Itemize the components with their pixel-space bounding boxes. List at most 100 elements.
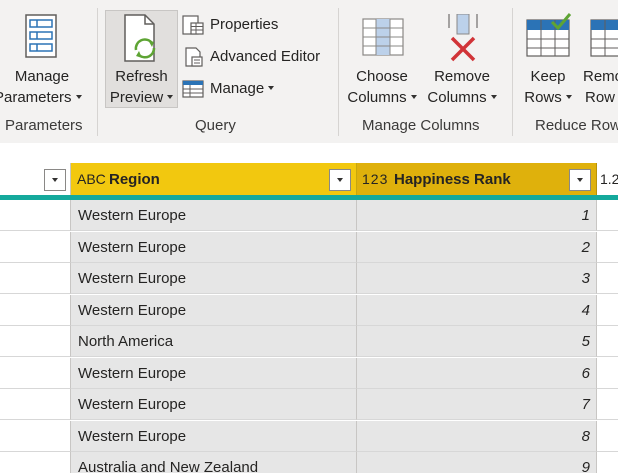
chevron-down-icon [52,178,58,182]
table-row[interactable]: Western Europe 4 [0,294,618,326]
cell-happiness-rank[interactable]: 6 [357,357,597,389]
keep-rows-icon [526,13,572,57]
chevron-down-icon [167,95,174,100]
column-filter-button[interactable] [44,169,66,191]
group-label-reduce-rows: Reduce Row [535,117,618,134]
remove-columns-label-1: Remove [434,68,490,85]
manage-parameters-label-2: Parameters [0,87,82,108]
column-header-previous[interactable] [0,163,71,198]
remove-rows-icon [590,19,618,57]
cell-previous[interactable] [0,452,71,473]
manage-parameters-label-1: Manage [14,68,70,85]
cell-previous[interactable] [0,389,71,420]
cell-region[interactable]: Western Europe [71,294,357,326]
cell-happiness-rank[interactable]: 4 [357,294,597,326]
cell-happiness-rank[interactable]: 2 [357,231,597,263]
text-type-icon: ABC [77,171,106,187]
remove-columns-label-2-text: Columns [427,89,487,106]
cell-region[interactable]: Australia and New Zealand [71,452,357,473]
group-label-parameters: Parameters [5,117,83,134]
cell-region[interactable]: Western Europe [71,200,357,231]
remove-columns-button[interactable]: Remove Columns [424,8,500,108]
group-separator [97,8,98,136]
cell-previous[interactable] [0,420,71,452]
group-separator [512,8,513,136]
keep-rows-label-2: Rows [518,87,578,108]
group-label-query: Query [195,117,236,134]
chevron-down-icon [268,86,275,91]
column-header-region[interactable]: ABC Region [71,163,357,198]
table-row[interactable]: North America 5 [0,326,618,357]
cell-happiness-rank[interactable]: 1 [357,200,597,231]
decimal-type-icon: 1.2 [600,171,618,187]
remove-rows-button[interactable]: Remo Row [582,8,618,108]
chevron-down-icon [565,95,572,100]
chevron-down-icon [337,178,343,182]
cell-happiness-rank[interactable]: 3 [357,263,597,294]
refresh-preview-label-2-text: Preview [109,89,164,106]
column-name-happiness-rank: Happiness Rank [394,171,511,188]
ribbon: Manage Parameters Parameters Refresh Pre… [0,0,618,143]
column-filter-button[interactable] [569,169,591,191]
column-name-region: Region [109,171,160,188]
cell-next[interactable] [597,231,618,263]
cell-next[interactable] [597,326,618,357]
manage-label-text: Manage [210,80,265,97]
properties-label: Properties [210,16,279,33]
table-row[interactable]: Western Europe 3 [0,263,618,294]
cell-region[interactable]: Western Europe [71,263,357,294]
cell-next[interactable] [597,294,618,326]
remove-rows-label-1: Remo [583,68,618,85]
cell-previous[interactable] [0,263,71,294]
cell-next[interactable] [597,452,618,473]
choose-columns-button[interactable]: Choose Columns [344,8,420,108]
table-row[interactable]: Western Europe 6 [0,357,618,389]
refresh-preview-button[interactable]: Refresh Preview [105,10,178,108]
cell-previous[interactable] [0,231,71,263]
manage-icon [182,80,204,98]
table-row[interactable]: Western Europe 7 [0,389,618,420]
table-row[interactable]: Western Europe 2 [0,231,618,263]
choose-columns-label-2-text: Columns [347,89,407,106]
cell-next[interactable] [597,357,618,389]
remove-columns-label-2: Columns [424,87,500,108]
table-row[interactable]: Australia and New Zealand 9 [0,452,618,473]
manage-parameters-button[interactable]: Manage Parameters [0,8,84,108]
cell-next[interactable] [597,389,618,420]
column-header-next[interactable]: 1.2 [597,163,618,198]
chevron-down-icon [490,95,497,100]
cell-happiness-rank[interactable]: 7 [357,389,597,420]
refresh-preview-label-2: Preview [106,87,177,108]
advanced-editor-label: Advanced Editor [210,48,321,65]
cell-next[interactable] [597,263,618,294]
column-header-happiness-rank[interactable]: 123 Happiness Rank [357,163,597,198]
cell-next[interactable] [597,200,618,231]
table-row[interactable]: Western Europe 1 [0,200,618,231]
cell-region[interactable]: North America [71,326,357,357]
table-row[interactable]: Western Europe 8 [0,420,618,452]
cell-region[interactable]: Western Europe [71,420,357,452]
keep-rows-label-2-text: Rows [524,89,562,106]
advanced-editor-icon [185,47,203,67]
remove-rows-label-2: Row [585,89,616,106]
manage-parameters-icon [25,14,57,58]
cell-region[interactable]: Western Europe [71,357,357,389]
cell-region[interactable]: Western Europe [71,389,357,420]
cell-previous[interactable] [0,357,71,389]
data-grid: ABC Region 123 Happiness Rank 1.2 Wester… [0,143,618,473]
cell-happiness-rank[interactable]: 5 [357,326,597,357]
keep-rows-label-1: Keep [530,68,566,85]
column-filter-button[interactable] [329,169,351,191]
keep-rows-button[interactable]: Keep Rows [518,8,578,108]
cell-previous[interactable] [0,200,71,231]
cell-region[interactable]: Western Europe [71,231,357,263]
properties-icon [182,15,204,35]
cell-happiness-rank[interactable]: 9 [357,452,597,473]
manage-parameters-label-2-text: Parameters [0,89,72,106]
refresh-icon [124,14,156,62]
choose-columns-label-2: Columns [344,87,420,108]
cell-next[interactable] [597,420,618,452]
cell-happiness-rank[interactable]: 8 [357,420,597,452]
cell-previous[interactable] [0,294,71,326]
cell-previous[interactable] [0,326,71,357]
